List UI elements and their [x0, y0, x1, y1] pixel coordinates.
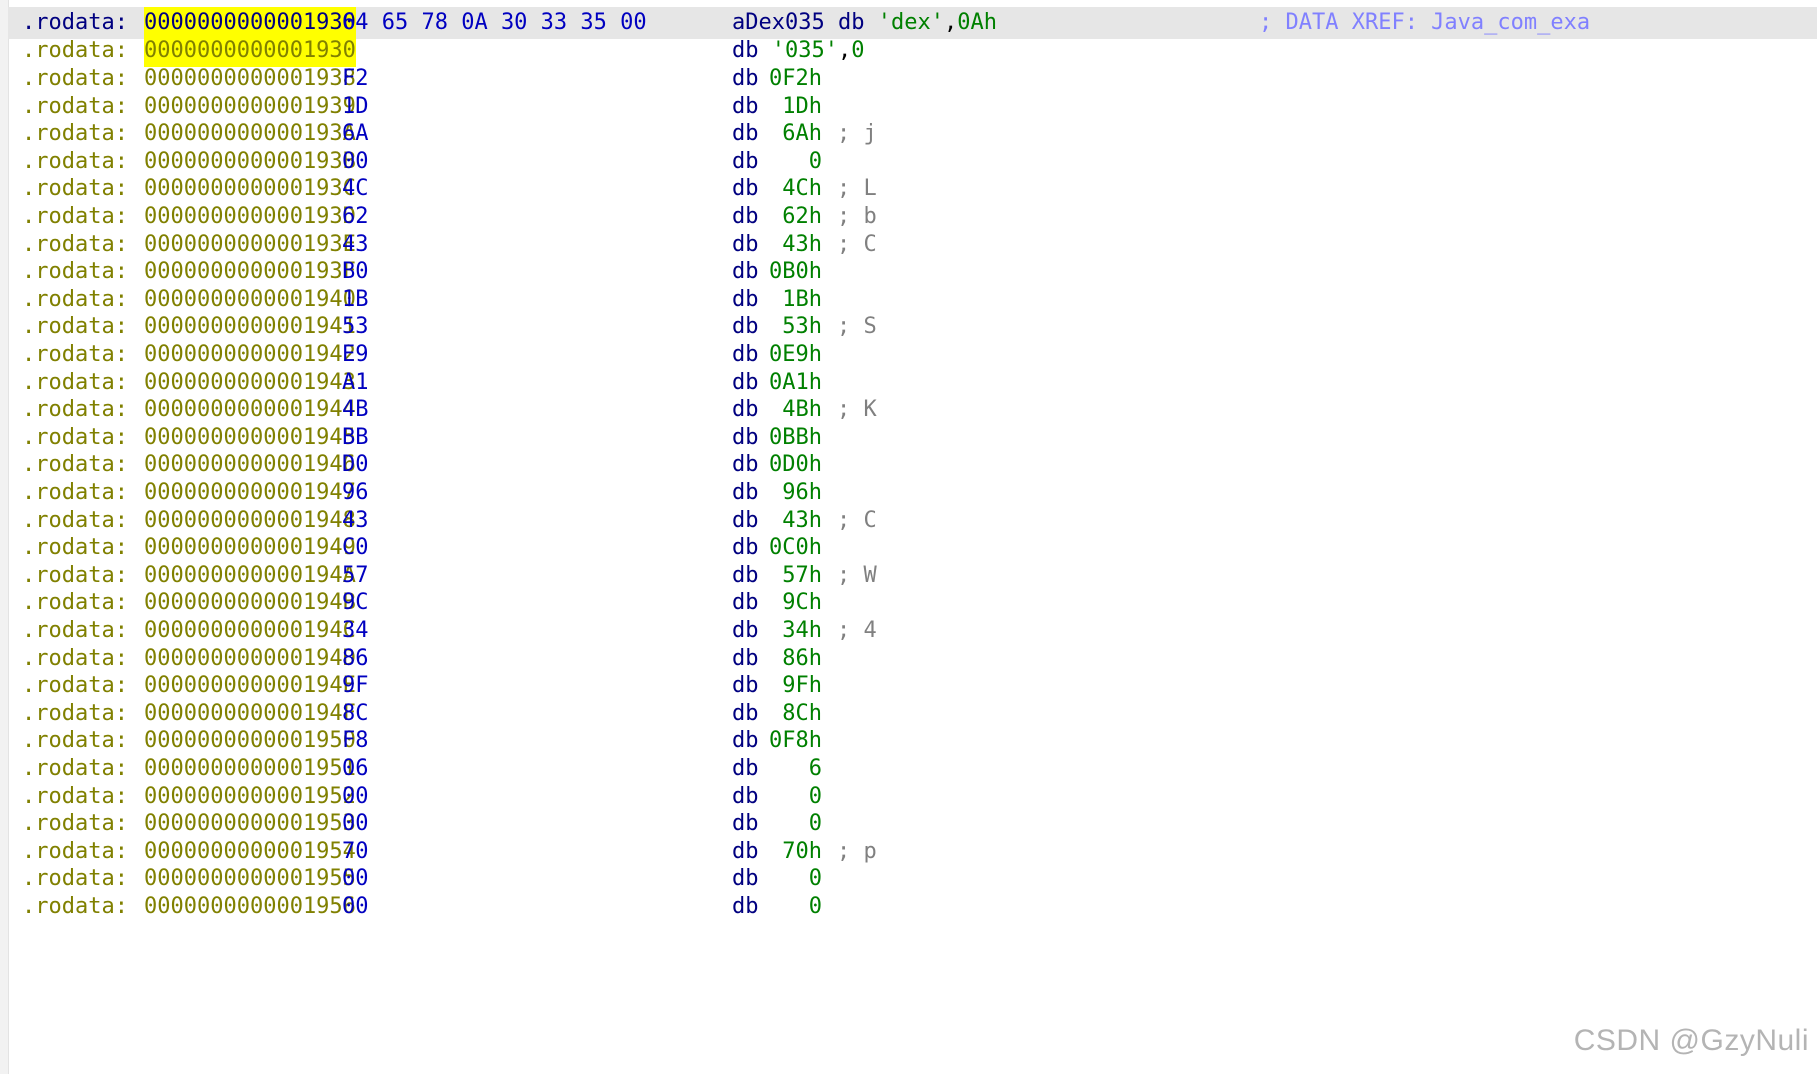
- value-separator: ,: [943, 10, 958, 35]
- watermark: CSDN @GzyNuli: [1573, 1024, 1809, 1057]
- byte-hex: 00: [342, 894, 369, 919]
- address[interactable]: 0000000000001956: [144, 891, 356, 923]
- directive: db: [732, 38, 759, 63]
- string-value: '035': [771, 38, 838, 63]
- segment-prefix: .rodata:: [22, 894, 128, 919]
- numeric-value: 0Ah: [957, 10, 997, 35]
- directive: db: [837, 10, 865, 35]
- listing-gutter: [0, 0, 9, 1074]
- disassembly-listing[interactable]: .rodata: 0000000000001930 64 65 78 0A 30…: [0, 0, 1817, 1074]
- data-value[interactable]: 0: [769, 891, 822, 923]
- string-value: 'dex': [877, 10, 944, 35]
- data-label: aDex035: [732, 10, 825, 35]
- value-separator: ,: [837, 38, 852, 63]
- numeric-value: 0: [851, 38, 865, 63]
- listing-row[interactable]: .rodata: 0000000000001956 00 db 0: [22, 891, 1817, 923]
- directive: db: [732, 894, 759, 919]
